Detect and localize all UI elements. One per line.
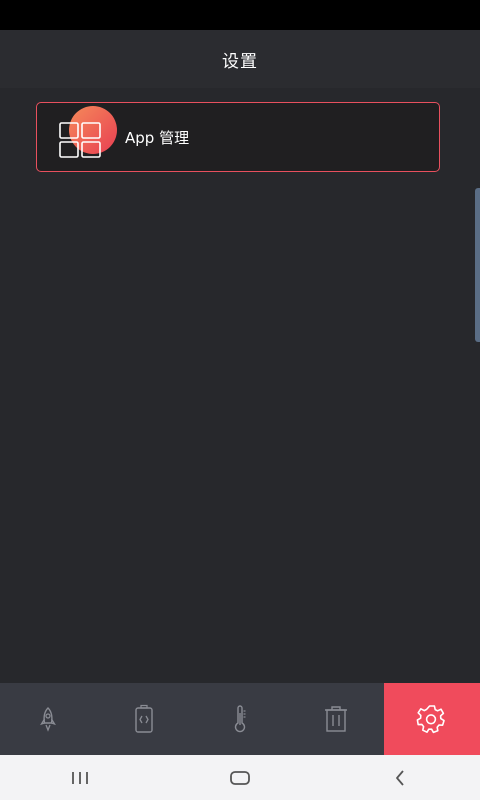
back-icon [396,769,404,786]
thermometer-icon [234,705,246,733]
status-bar [0,0,480,30]
gear-icon [416,705,445,734]
tab-battery[interactable] [96,683,192,755]
recent-apps-icon [72,771,88,784]
system-nav-bar [0,755,480,800]
scroll-indicator[interactable] [475,188,480,342]
page-title: 设置 [222,51,258,72]
rocket-icon [40,707,56,732]
trash-icon [325,706,347,732]
bottom-tab-bar [0,683,480,755]
tab-cooling[interactable] [192,683,288,755]
app-management-item[interactable]: App 管理 [36,102,440,172]
battery-icon [135,704,153,733]
tab-settings[interactable] [384,683,480,755]
settings-content: App 管理 [0,88,480,683]
tab-boost[interactable] [0,683,96,755]
screen: 设置 App 管理 [0,0,480,800]
app-grid-icon [49,102,119,172]
back-button[interactable] [370,755,430,800]
home-icon [230,770,250,785]
tab-clean[interactable] [288,683,384,755]
app-header: 设置 [0,30,480,88]
app-management-label: App 管理 [125,128,190,147]
home-button[interactable] [210,755,270,800]
recent-apps-button[interactable] [50,755,110,800]
